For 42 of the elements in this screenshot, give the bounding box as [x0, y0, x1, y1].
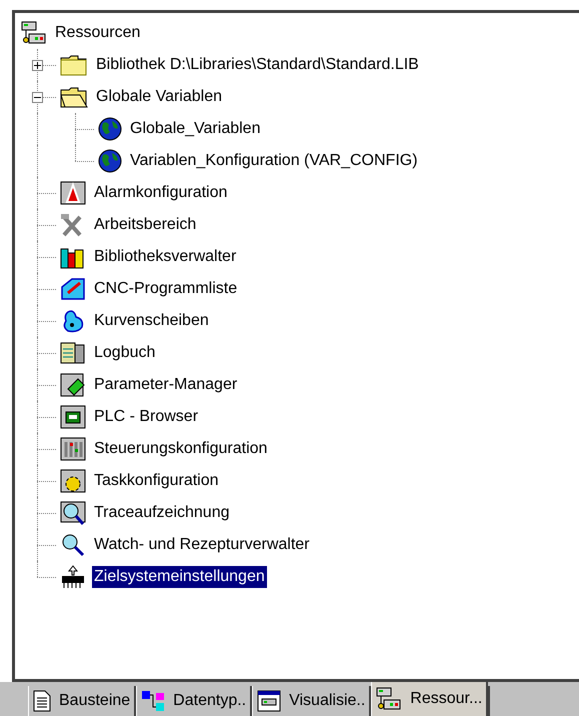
- network-icon: [376, 687, 402, 711]
- tree-item[interactable]: Globale Variablen: [94, 86, 224, 108]
- folder-icon: [60, 86, 88, 108]
- tree-item[interactable]: Bibliothek D:\Libraries\Standard\Standard.LIB: [94, 54, 421, 76]
- tree-item[interactable]: Zielsystemeinstellungen: [92, 566, 267, 588]
- tree-item[interactable]: CNC-Programmliste: [92, 278, 240, 300]
- magnifier-icon: [60, 501, 86, 525]
- device-icon: [60, 437, 86, 461]
- tab[interactable]: Datentyp..: [136, 686, 252, 716]
- chip-icon: [60, 565, 86, 589]
- folder-icon: [60, 54, 88, 76]
- tree-item[interactable]: Variablen_Konfiguration (VAR_CONFIG): [128, 150, 420, 172]
- tree-item[interactable]: Bibliotheksverwalter: [92, 246, 238, 268]
- tree-item[interactable]: Arbeitsbereich: [92, 214, 198, 236]
- tab[interactable]: Visualisie..: [252, 686, 372, 716]
- tree-item[interactable]: Parameter-Manager: [92, 374, 240, 396]
- tree-item[interactable]: Taskkonfiguration: [92, 470, 221, 492]
- device-icon: [60, 405, 86, 429]
- tree-item[interactable]: Globale_Variablen: [128, 118, 262, 140]
- window-icon: [257, 690, 282, 712]
- warning-icon: [60, 181, 86, 205]
- tree-item[interactable]: Ressourcen: [53, 22, 142, 44]
- tab[interactable]: Ressour...: [371, 682, 488, 716]
- globe-icon: [98, 117, 122, 141]
- tree-item[interactable]: Alarmkonfiguration: [92, 182, 230, 204]
- document-icon: [33, 690, 51, 712]
- tree-item[interactable]: Kurvenscheiben: [92, 310, 211, 332]
- collapse-toggle[interactable]: [32, 92, 43, 103]
- tree-item[interactable]: Watch- und Rezepturverwalter: [92, 534, 312, 556]
- expand-toggle[interactable]: [32, 60, 43, 71]
- tree-item[interactable]: Traceaufzeichnung: [92, 502, 232, 524]
- network-icon: [21, 21, 47, 45]
- tree-item[interactable]: Logbuch: [92, 342, 158, 364]
- blocks-icon: [141, 690, 166, 712]
- gear-icon: [60, 469, 86, 493]
- book-icon: [60, 341, 86, 365]
- globe-icon: [98, 149, 122, 173]
- tree-item[interactable]: Steuerungskonfiguration: [92, 438, 270, 460]
- search-icon: [60, 533, 86, 557]
- tree-item[interactable]: PLC - Browser: [92, 406, 200, 428]
- tab[interactable]: Bausteine: [28, 686, 136, 716]
- device-icon: [60, 373, 86, 397]
